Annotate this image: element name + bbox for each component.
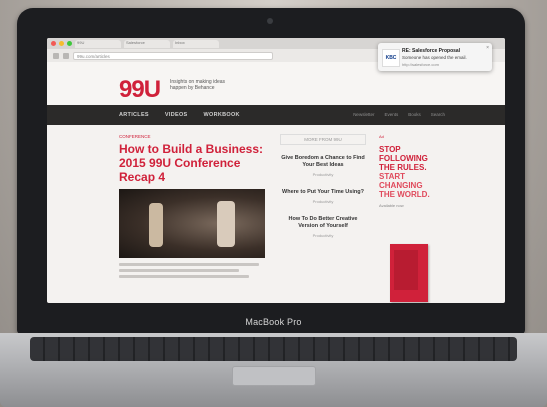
nav-books[interactable]: Books <box>408 112 421 117</box>
notification-title: RE: Salesforce Proposal <box>402 48 461 54</box>
minimize-window-button[interactable] <box>59 41 64 46</box>
close-icon[interactable]: × <box>486 45 489 51</box>
sidebar-item[interactable]: Where to Put Your Time Using? Productivi… <box>280 189 366 204</box>
site-nav: ARTICLES VIDEOS WORKBOOK Newsletter Even… <box>47 105 505 125</box>
back-button[interactable] <box>53 52 59 59</box>
ad-headline-1[interactable]: STOP FOLLOWING THE RULES. <box>379 145 439 172</box>
webcam <box>267 18 273 24</box>
sidebar-item-meta: Productivity <box>312 233 334 238</box>
speaker-right <box>217 201 235 247</box>
ad-column: Ad STOP FOLLOWING THE RULES. START CHANG… <box>379 134 439 208</box>
forward-button[interactable] <box>63 52 69 59</box>
article-kicker[interactable]: CONFERENCE <box>119 134 151 139</box>
sidebar-item-meta: Productivity <box>312 172 334 177</box>
tab-inbox[interactable]: Inbox <box>173 39 219 48</box>
notification-body: Someone has opened the email. <box>402 55 467 60</box>
speaker-left <box>149 203 163 247</box>
keyboard <box>30 337 517 361</box>
notification-banner[interactable]: KBC RE: Salesforce Proposal Someone has … <box>378 43 492 71</box>
sidebar-item-title[interactable]: How To Do Better Creative Version of You… <box>280 216 366 230</box>
nav-videos[interactable]: VIDEOS <box>165 112 188 118</box>
sidebar-item[interactable]: How To Do Better Creative Version of You… <box>280 216 366 238</box>
ad-caption: Available now <box>379 203 404 208</box>
site-tagline: Insights on making ideas happen by Behan… <box>170 79 226 91</box>
ad-book-image[interactable] <box>390 244 428 302</box>
sidebar-header: MORE FROM 99U <box>280 134 366 145</box>
browser-screen: 99U Salesforce Inbox 99u.com/articles 99… <box>47 38 505 303</box>
notification-source: http://salesforce.com <box>402 62 439 67</box>
ad-label: Ad <box>379 134 384 139</box>
sender-logo-icon: KBC <box>382 49 400 67</box>
tab-99u[interactable]: 99U <box>75 39 121 48</box>
nav-workbook[interactable]: WORKBOOK <box>204 112 240 118</box>
tab-salesforce[interactable]: Salesforce <box>124 39 170 48</box>
ad-headline-2[interactable]: START CHANGING THE WORLD. <box>379 172 439 199</box>
nav-articles[interactable]: ARTICLES <box>119 112 149 118</box>
sidebar: MORE FROM 99U Give Boredom a Chance to F… <box>280 134 366 250</box>
close-window-button[interactable] <box>51 41 56 46</box>
book-cover-inner <box>394 250 418 290</box>
nav-right-links: Newsletter Events Books Search <box>353 112 445 117</box>
sidebar-item[interactable]: Give Boredom a Chance to Find Your Best … <box>280 155 366 177</box>
zoom-window-button[interactable] <box>67 41 72 46</box>
nav-newsletter[interactable]: Newsletter <box>353 112 374 117</box>
article-hero-image[interactable] <box>119 189 265 258</box>
sidebar-item-title[interactable]: Where to Put Your Time Using? <box>280 189 366 196</box>
url-input[interactable]: 99u.com/articles <box>73 51 273 60</box>
article-headline[interactable]: How to Build a Business: 2015 99U Confer… <box>119 142 269 184</box>
device-label: MacBook Pro <box>245 317 302 327</box>
sidebar-item-title[interactable]: Give Boredom a Chance to Find Your Best … <box>280 155 366 169</box>
nav-search[interactable]: Search <box>431 112 445 117</box>
nav-events[interactable]: Events <box>384 112 398 117</box>
trackpad <box>232 366 316 386</box>
sidebar-item-meta: Productivity <box>312 199 334 204</box>
site-logo[interactable]: 99U <box>119 76 161 104</box>
article-excerpt <box>119 263 265 281</box>
